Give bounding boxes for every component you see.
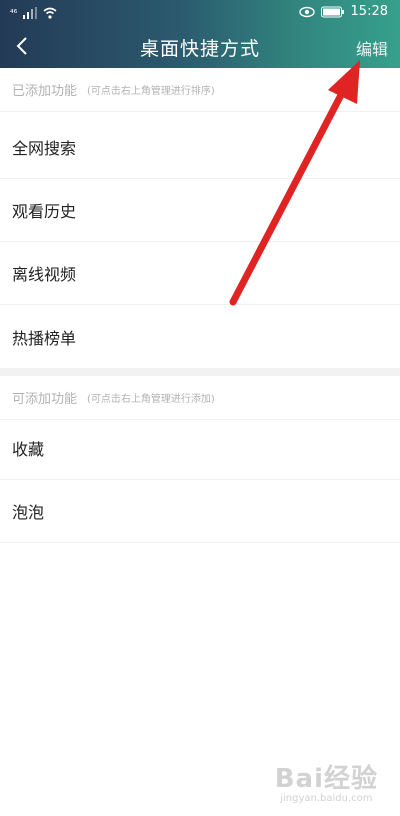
added-section-header: 已添加功能 (可点击右上角管理进行排序)	[0, 68, 400, 112]
status-right: 15:28	[298, 4, 388, 19]
added-section-label: 已添加功能	[12, 84, 78, 99]
list-item-hot-ranking[interactable]: 热播榜单	[0, 305, 400, 368]
list-item-watch-history[interactable]: 观看历史	[0, 179, 400, 242]
list-item-label: 收藏	[12, 440, 45, 459]
clock: 15:28	[350, 4, 388, 19]
addable-section-hint: (可点击右上角管理进行添加)	[87, 394, 215, 405]
nav-bar: 桌面快捷方式 编辑	[0, 24, 400, 68]
list-item-offline-video[interactable]: 离线视频	[0, 242, 400, 305]
list-item-bubble[interactable]: 泡泡	[0, 480, 400, 543]
list-item-search-all[interactable]: 全网搜索	[0, 116, 400, 179]
section-divider	[0, 368, 400, 376]
addable-section-label: 可添加功能	[12, 392, 78, 407]
watermark: Bai经验 jingyan.baidu.com	[275, 758, 378, 804]
list-item-favorites[interactable]: 收藏	[0, 417, 400, 480]
battery-icon	[320, 6, 344, 17]
signal-icon	[23, 7, 38, 19]
wifi-icon	[43, 7, 57, 19]
network-type-label: ⁴⁶	[10, 9, 18, 19]
list-item-label: 观看历史	[12, 202, 77, 221]
addable-section-header: 可添加功能 (可点击右上角管理进行添加)	[0, 376, 400, 420]
list-item-label: 热播榜单	[12, 328, 77, 348]
edit-button[interactable]: 编辑	[356, 36, 388, 60]
list-item-label: 离线视频	[12, 265, 77, 284]
added-section-hint: (可点击右上角管理进行排序)	[87, 86, 215, 97]
watermark-url: jingyan.baidu.com	[280, 793, 373, 804]
page-title: 桌面快捷方式	[139, 38, 260, 60]
status-left: ⁴⁶	[10, 5, 57, 19]
watermark-logo: Bai经验	[274, 764, 378, 794]
eye-icon	[298, 6, 315, 17]
list-item-label: 全网搜索	[12, 139, 77, 158]
app-header: ⁴⁶ 15:28 桌面快捷方式 编辑	[0, 0, 400, 68]
status-bar: ⁴⁶ 15:28	[0, 0, 400, 24]
list-item-label: 泡泡	[12, 503, 45, 522]
